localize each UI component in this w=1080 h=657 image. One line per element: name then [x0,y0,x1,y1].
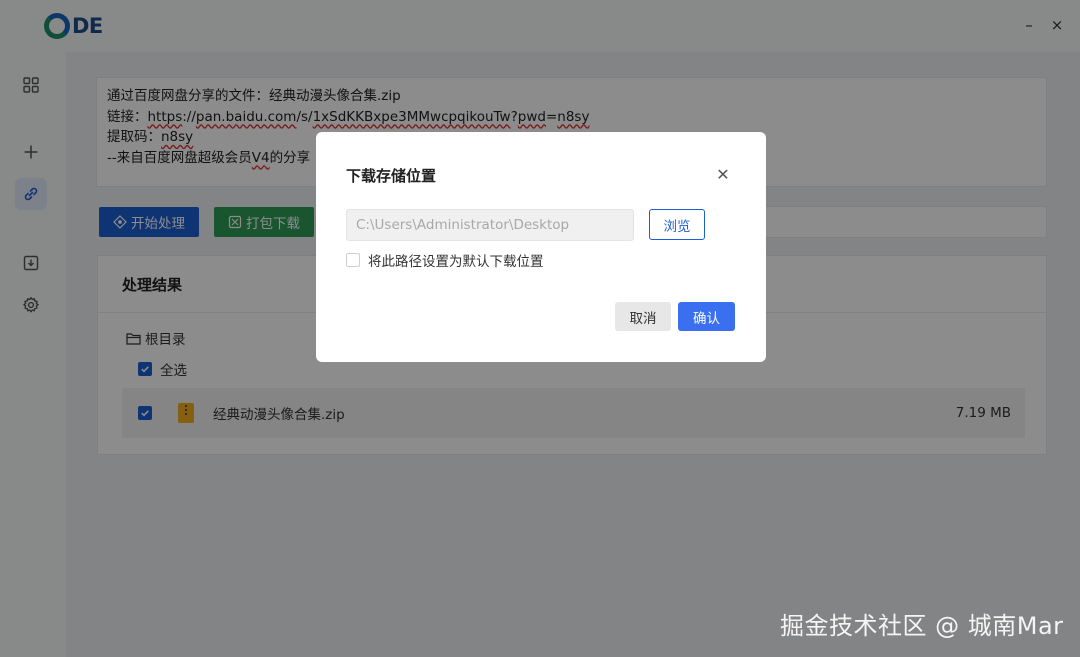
save-path-input[interactable] [346,209,634,241]
dialog-close-icon[interactable]: ✕ [714,166,732,184]
cancel-button[interactable]: 取消 [615,302,671,331]
watermark: 掘金技术社区 @ 城南Mar [780,612,1064,640]
confirm-button[interactable]: 确认 [678,302,735,331]
checkbox-unchecked-icon [346,253,360,267]
browse-button[interactable]: 浏览 [649,209,705,240]
download-location-dialog: 下载存储位置 ✕ 浏览 将此路径设置为默认下载位置 取消 确认 [316,132,766,362]
default-path-checkbox[interactable]: 将此路径设置为默认下载位置 [346,250,544,270]
dialog-title: 下载存储位置 [346,167,437,185]
default-path-label: 将此路径设置为默认下载位置 [368,254,544,270]
